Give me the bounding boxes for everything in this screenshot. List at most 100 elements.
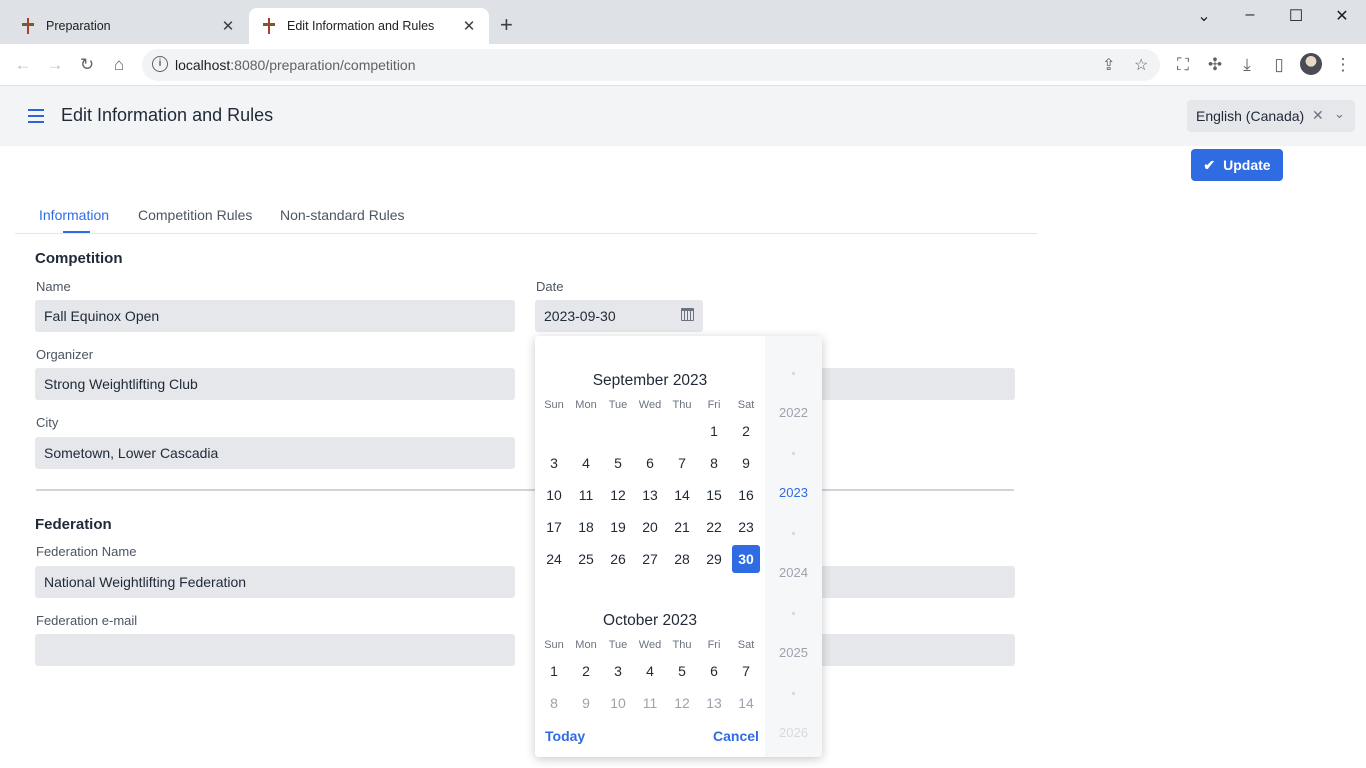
calendar-day[interactable]: 5 (668, 657, 696, 685)
year-option[interactable]: 2022 (765, 405, 822, 420)
url-text[interactable]: localhost:8080/preparation/competition (175, 57, 416, 73)
hamburger-menu-icon[interactable] (28, 109, 44, 123)
calendar-day[interactable]: 1 (700, 417, 728, 445)
site-info-icon[interactable]: i (152, 56, 168, 72)
calendar-day[interactable]: 8 (700, 449, 728, 477)
weekday-label: Sun (544, 639, 564, 651)
tab-information[interactable]: Information (39, 207, 109, 223)
calendar-day[interactable]: 16 (732, 481, 760, 509)
calendar-day[interactable]: 29 (700, 545, 728, 573)
calendar-day[interactable]: 30 (732, 545, 760, 573)
calendar-day[interactable]: 23 (732, 513, 760, 541)
calendar-day[interactable]: 11 (636, 689, 664, 717)
calendar-day[interactable]: 2 (732, 417, 760, 445)
year-option[interactable]: 2025 (765, 645, 822, 660)
home-icon[interactable]: ⌂ (107, 53, 131, 77)
calendar-day[interactable]: 6 (700, 657, 728, 685)
calendar-day[interactable]: 21 (668, 513, 696, 541)
year-option[interactable]: 2026 (765, 725, 822, 740)
calendar-day[interactable]: 3 (604, 657, 632, 685)
browser-tab-preparation[interactable]: Preparation ✕ (8, 8, 248, 44)
calendar-day[interactable]: 26 (604, 545, 632, 573)
calendar-day[interactable]: 13 (636, 481, 664, 509)
tab-search-chevron-icon[interactable]: ⌄ (1194, 6, 1214, 26)
new-tab-plus-icon[interactable]: + (500, 14, 513, 36)
maximize-icon[interactable]: ☐ (1286, 6, 1306, 26)
calendar-day[interactable]: 8 (540, 689, 568, 717)
close-window-icon[interactable]: ✕ (1332, 6, 1352, 26)
browser-tab-edit-info[interactable]: Edit Information and Rules ✕ (249, 8, 489, 44)
app-favicon-icon (20, 18, 36, 34)
calendar-day[interactable]: 10 (540, 481, 568, 509)
back-arrow-icon[interactable]: ← (11, 53, 35, 77)
calendar-day[interactable]: 24 (540, 545, 568, 573)
calendar-day[interactable]: 10 (604, 689, 632, 717)
calendar-day[interactable]: 15 (700, 481, 728, 509)
date-field[interactable]: 2023-09-30 (535, 300, 703, 332)
weekday-label: Tue (608, 399, 628, 411)
month-title: September 2023 (592, 372, 708, 389)
name-field[interactable]: Fall Equinox Open (35, 300, 515, 332)
chevron-down-icon[interactable]: ⌄ (1334, 106, 1345, 122)
close-icon[interactable]: ✕ (220, 17, 236, 35)
minimize-icon[interactable]: – (1240, 6, 1260, 24)
profile-avatar[interactable] (1300, 53, 1322, 75)
calendar-day[interactable]: 9 (572, 689, 600, 717)
federation-name-field[interactable]: National Weightlifting Federation (35, 566, 515, 598)
calendar-day[interactable]: 6 (636, 449, 664, 477)
screenshot-icon[interactable]: ⛶ (1171, 53, 1195, 77)
calendar-day[interactable]: 2 (572, 657, 600, 685)
update-button[interactable]: ✔ Update (1191, 149, 1283, 181)
language-select[interactable]: English (Canada) ✕ ⌄ (1187, 100, 1355, 132)
calendar-day[interactable]: 13 (700, 689, 728, 717)
calendar-day[interactable]: 12 (604, 481, 632, 509)
calendar-day[interactable]: 11 (572, 481, 600, 509)
calendar-day[interactable]: 18 (572, 513, 600, 541)
tab-competition-rules[interactable]: Competition Rules (138, 207, 252, 223)
share-icon[interactable]: ⇪ (1102, 55, 1115, 75)
cancel-button[interactable]: Cancel (713, 728, 759, 744)
calendar-day[interactable]: 14 (668, 481, 696, 509)
bookmark-star-icon[interactable]: ☆ (1134, 55, 1148, 75)
calendar-day[interactable]: 4 (572, 449, 600, 477)
download-icon[interactable]: ⤓ (1235, 53, 1259, 77)
city-field[interactable]: Sometown, Lower Cascadia (35, 437, 515, 469)
today-button[interactable]: Today (545, 728, 585, 744)
organizer-field[interactable]: Strong Weightlifting Club (35, 368, 515, 400)
extensions-puzzle-icon[interactable]: ✣ (1203, 53, 1227, 77)
close-icon[interactable]: ✕ (461, 17, 477, 35)
calendar-day[interactable]: 17 (540, 513, 568, 541)
calendar-day[interactable]: 25 (572, 545, 600, 573)
address-bar[interactable]: i localhost:8080/preparation/competition… (142, 49, 1160, 81)
federation-email-label: Federation e-mail (36, 613, 138, 628)
forward-arrow-icon[interactable]: → (43, 53, 67, 77)
calendar-day[interactable]: 12 (668, 689, 696, 717)
federation-email-field[interactable] (35, 634, 515, 666)
more-menu-icon[interactable]: ⋮ (1331, 53, 1355, 77)
calendar-day[interactable]: 7 (668, 449, 696, 477)
app-favicon-icon (261, 18, 277, 34)
calendar-day[interactable]: 4 (636, 657, 664, 685)
year-scroller[interactable]: 2022 2023 2024 2025 2026 (765, 336, 822, 757)
calendar-day[interactable]: 19 (604, 513, 632, 541)
side-panel-icon[interactable]: ▯ (1267, 53, 1291, 77)
year-separator-dot (792, 692, 795, 695)
calendar-day[interactable]: 3 (540, 449, 568, 477)
tab-non-standard-rules[interactable]: Non-standard Rules (280, 207, 405, 223)
year-option[interactable]: 2023 (765, 485, 822, 500)
calendar-day[interactable]: 20 (636, 513, 664, 541)
clear-icon[interactable]: ✕ (1312, 107, 1324, 124)
calendar-day[interactable]: 28 (668, 545, 696, 573)
calendar-day[interactable]: 7 (732, 657, 760, 685)
calendar-icon[interactable] (681, 308, 694, 321)
weekday-label: Tue (608, 639, 628, 651)
calendar-day[interactable]: 27 (636, 545, 664, 573)
calendar-day[interactable]: 9 (732, 449, 760, 477)
browser-tab-title: Edit Information and Rules (287, 19, 435, 33)
calendar-day[interactable]: 1 (540, 657, 568, 685)
calendar-day[interactable]: 14 (732, 689, 760, 717)
reload-icon[interactable]: ↻ (75, 53, 99, 77)
calendar-day[interactable]: 5 (604, 449, 632, 477)
calendar-day[interactable]: 22 (700, 513, 728, 541)
year-option[interactable]: 2024 (765, 565, 822, 580)
